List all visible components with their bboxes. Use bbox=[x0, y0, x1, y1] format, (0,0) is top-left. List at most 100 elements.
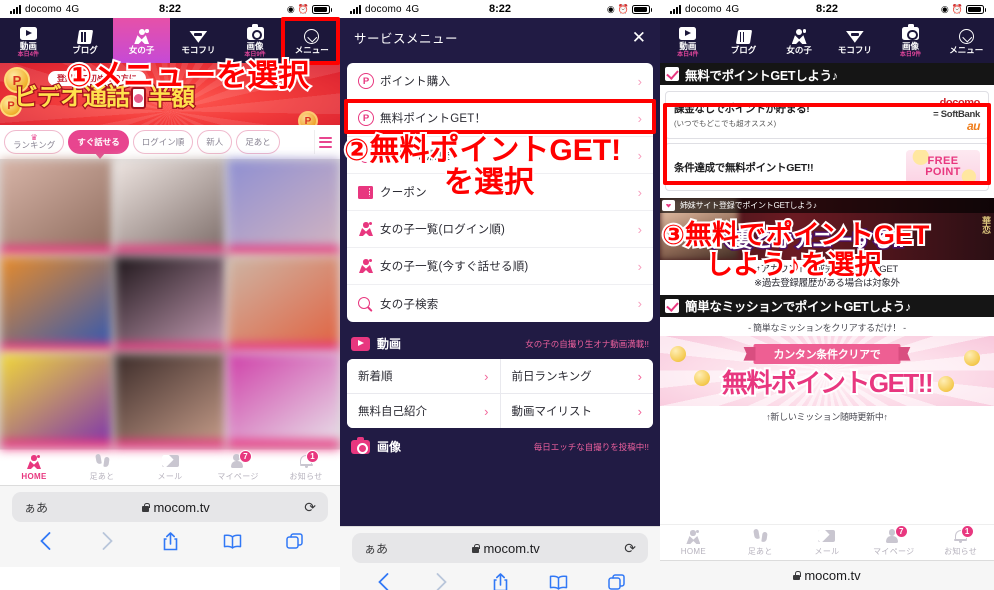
camera-icon bbox=[246, 24, 264, 41]
girl-icon bbox=[133, 29, 150, 45]
top-nav-item-blog[interactable]: ブログ bbox=[716, 18, 772, 63]
address-bar[interactable]: ぁあ mocom.tv ⟳ bbox=[352, 533, 648, 563]
back-button[interactable] bbox=[14, 532, 76, 550]
battery-icon bbox=[312, 4, 332, 14]
notice-badge: 1 bbox=[306, 449, 319, 463]
menu-item-coupon[interactable]: クーポン › bbox=[347, 174, 653, 211]
girl-photo-grid bbox=[0, 159, 340, 449]
menu-item-label: 女の子検索 bbox=[380, 298, 439, 311]
menu-item-girl-list-login[interactable]: 女の子一覧(ログイン順) › bbox=[347, 211, 653, 248]
girl-grid-cell[interactable] bbox=[227, 256, 340, 352]
video-link-newest[interactable]: 新着順 › bbox=[347, 359, 500, 393]
girl-grid-cell[interactable] bbox=[113, 353, 227, 449]
filter-chip-newcomer[interactable]: 新人 bbox=[197, 130, 233, 154]
play-icon bbox=[679, 25, 697, 41]
top-nav-item-blog[interactable]: ブログ bbox=[57, 18, 114, 63]
forward-button[interactable] bbox=[412, 573, 470, 590]
tabbar-item-notice[interactable]: 1 お知らせ bbox=[927, 524, 994, 560]
tabs-button[interactable] bbox=[264, 532, 326, 550]
bookmarks-button[interactable] bbox=[201, 533, 263, 549]
close-icon[interactable]: ✕ bbox=[632, 29, 646, 46]
back-button[interactable] bbox=[354, 573, 412, 590]
ad-banner-partner-site[interactable]: 姉妹サイト登録でポイントGETしよう♪ 華恋 人妻とオナニーする!! bbox=[660, 198, 994, 261]
tabbar-item-mypage[interactable]: 7 マイページ bbox=[204, 449, 272, 485]
video-link-free-intro[interactable]: 無料自己紹介 › bbox=[347, 394, 500, 428]
share-button[interactable] bbox=[471, 572, 529, 590]
mission-banner[interactable]: カンタン条件クリアで 無料ポイントGET!! bbox=[660, 335, 994, 406]
menu-item-girl-search[interactable]: 女の子検索 › bbox=[347, 285, 653, 322]
point-icon: P bbox=[358, 147, 380, 163]
mission-headline: 無料ポイントGET!! bbox=[720, 366, 936, 400]
tabbar-item-footprint[interactable]: 足あと bbox=[68, 450, 136, 485]
girl-grid-cell[interactable] bbox=[0, 256, 113, 352]
filter-chip-label: すぐ話せる bbox=[77, 136, 120, 147]
tabbar-label: マイページ bbox=[217, 471, 259, 481]
point-card-title: 条件達成で無料ポイントGET!! bbox=[674, 161, 814, 174]
reload-icon[interactable]: ⟳ bbox=[304, 499, 316, 516]
top-nav-item-video[interactable]: 動画 本日4件 bbox=[660, 18, 716, 63]
tabbar-label: 足あと bbox=[747, 546, 773, 556]
bookmarks-button[interactable] bbox=[529, 574, 587, 590]
tabs-button[interactable] bbox=[588, 573, 646, 590]
filter-chip-login-order[interactable]: ログイン順 bbox=[132, 130, 194, 154]
top-nav-right: 動画 本日4件 ブログ 女の子 モコフリ 画像 本日9件 メニュー bbox=[660, 18, 994, 63]
girl-grid-cell[interactable] bbox=[0, 159, 113, 255]
text-size-button[interactable]: ぁあ bbox=[24, 499, 48, 516]
top-nav-item-girls[interactable]: 女の子 bbox=[113, 18, 171, 63]
menu-item-point-history[interactable]: P ポイント履歴 › bbox=[347, 137, 653, 174]
tabbar-item-footprint[interactable]: 足あと bbox=[727, 525, 794, 560]
section-header-mission: 簡単なミッションでポイントGETしよう♪ bbox=[660, 294, 994, 317]
top-nav-item-menu[interactable]: メニュー bbox=[938, 18, 994, 63]
filter-chip-available-now[interactable]: すぐ話せる bbox=[68, 130, 129, 159]
video-link-mylist[interactable]: 動画マイリスト › bbox=[500, 394, 653, 428]
girl-grid-cell[interactable] bbox=[113, 256, 227, 352]
girl-grid-cell[interactable] bbox=[113, 159, 227, 255]
ad-banner-header: 姉妹サイト登録でポイントGETしよう♪ bbox=[660, 198, 994, 214]
top-nav-item-image[interactable]: 画像 本日9件 bbox=[227, 18, 284, 63]
girl-grid-cell-bar bbox=[0, 440, 113, 449]
safari-url-mini-right[interactable]: mocom.tv bbox=[660, 560, 994, 590]
top-nav-item-mocofuri[interactable]: モコフリ bbox=[827, 18, 883, 63]
video-link-label: 新着順 bbox=[358, 371, 393, 383]
url-text: mocom.tv bbox=[483, 540, 540, 556]
menu-item-label: 女の子一覧(ログイン順) bbox=[380, 224, 506, 236]
menu-item-free-point-get[interactable]: P 無料ポイントGET！ › bbox=[347, 100, 653, 137]
top-nav-item-girls[interactable]: 女の子 bbox=[771, 18, 827, 63]
girl-grid-cell[interactable] bbox=[227, 353, 340, 449]
girl-grid-cell[interactable] bbox=[227, 159, 340, 255]
top-nav-item-image[interactable]: 画像 本日9件 bbox=[883, 18, 939, 63]
carrier-logos: docomo = SoftBank au bbox=[933, 97, 980, 132]
section-header-free-point: 無料でポイントGETしよう♪ bbox=[660, 63, 994, 85]
promo-banner-video-call[interactable]: P P P 登録して初めての方に ビデオ通話 半額 bbox=[0, 63, 340, 125]
filter-chip-ranking[interactable]: ♛ ランキング bbox=[4, 130, 65, 154]
tabbar-item-home[interactable]: HOME bbox=[0, 450, 68, 485]
check-icon bbox=[665, 298, 679, 313]
url-text: mocom.tv bbox=[153, 499, 210, 515]
address-bar[interactable]: ぁあ mocom.tv ⟳ bbox=[12, 492, 328, 522]
top-nav-item-video[interactable]: 動画 本日4件 bbox=[0, 18, 57, 63]
girl-grid-cell[interactable] bbox=[0, 353, 113, 449]
tabbar-item-home[interactable]: HOME bbox=[660, 525, 727, 560]
top-nav-item-menu[interactable]: メニュー bbox=[283, 18, 340, 63]
top-nav-item-mocofuri[interactable]: モコフリ bbox=[170, 18, 227, 63]
url-display: mocom.tv bbox=[48, 500, 304, 515]
forward-button[interactable] bbox=[76, 532, 138, 550]
top-nav-label: モコフリ bbox=[181, 44, 216, 55]
tabbar-item-notice[interactable]: 1 お知らせ bbox=[272, 449, 340, 485]
safari-chrome-left: ぁあ mocom.tv ⟳ bbox=[0, 485, 340, 567]
filter-chip-footprint[interactable]: 足あと bbox=[236, 130, 280, 154]
share-button[interactable] bbox=[139, 531, 201, 551]
reload-icon[interactable]: ⟳ bbox=[624, 540, 636, 557]
point-card-carriers[interactable]: 課金なしでポイントが貯まる! (いつでもどこでも超オススメ) docomo = … bbox=[665, 91, 989, 140]
tabbar-item-mail[interactable]: メール bbox=[794, 525, 861, 560]
girl-grid-cell-bar bbox=[227, 246, 340, 255]
point-card-mission[interactable]: 条件達成で無料ポイントGET!! FREE POINT bbox=[665, 143, 989, 192]
tabbar-item-mail[interactable]: メール bbox=[136, 450, 204, 485]
menu-item-point-purchase[interactable]: P ポイント購入 › bbox=[347, 63, 653, 100]
video-link-yesterday-ranking[interactable]: 前日ランキング › bbox=[500, 359, 653, 393]
menu-item-girl-list-available[interactable]: 女の子一覧(今すぐ話せる順) › bbox=[347, 248, 653, 285]
tabbar-item-mypage[interactable]: 7 マイページ bbox=[860, 524, 927, 560]
text-size-button[interactable]: ぁあ bbox=[364, 540, 388, 557]
list-view-icon[interactable] bbox=[314, 130, 336, 154]
top-nav-label: 動画 bbox=[19, 41, 37, 52]
